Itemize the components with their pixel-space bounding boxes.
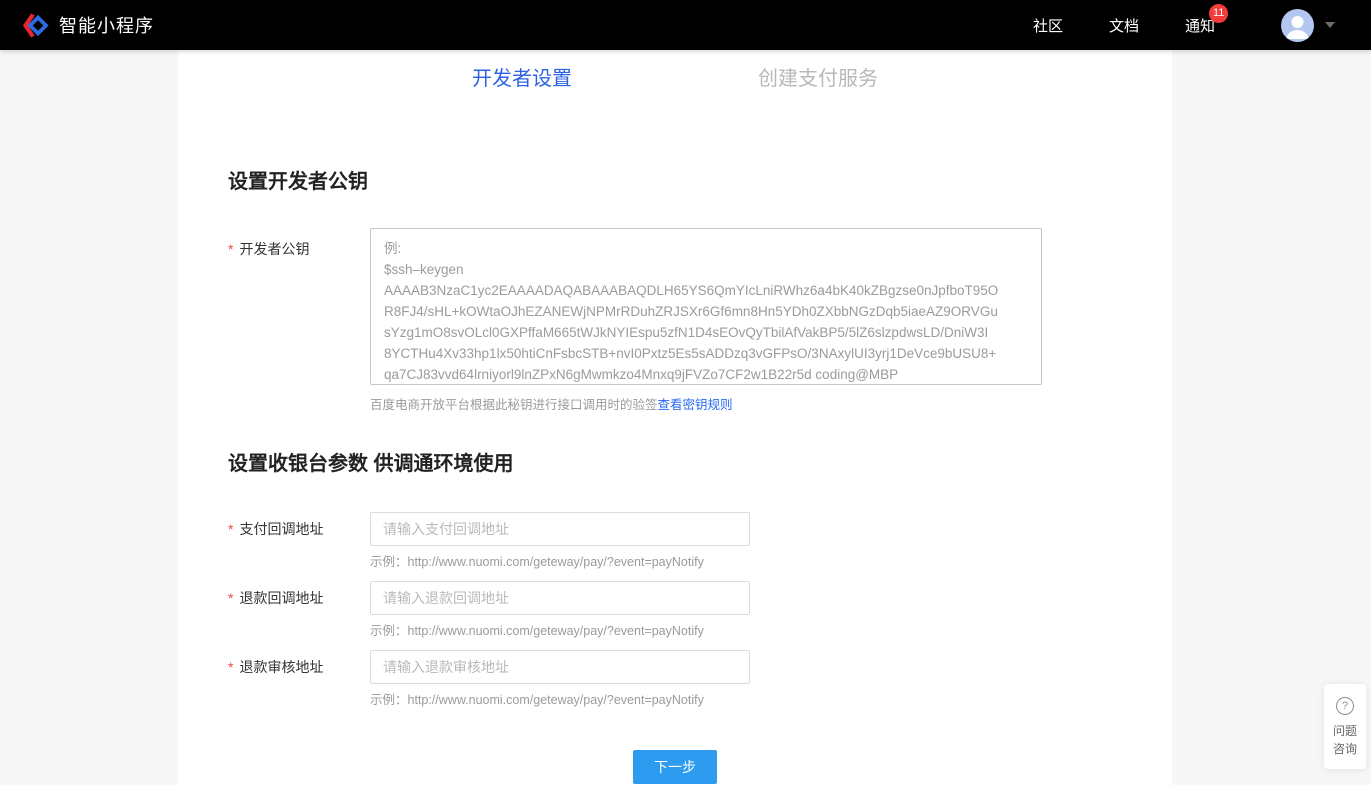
cashier-section-heading: 设置收银台参数 供调通环境使用 [178,450,1172,478]
refund-callback-hint: 示例：http://www.nuomi.com/geteway/pay/?eve… [370,623,750,640]
view-key-rules-link[interactable]: 查看密钥规则 [658,398,733,412]
refund-audit-input[interactable] [370,650,750,684]
brand-name: 智能小程序 [59,12,154,38]
refund-callback-row: * 退款回调地址 示例：http://www.nuomi.com/geteway/… [178,581,1172,640]
cashier-section: 设置收银台参数 供调通环境使用 * 支付回调地址 示例：http://www.nu… [178,450,1172,709]
refund-callback-control: 示例：http://www.nuomi.com/geteway/pay/?eve… [370,581,750,640]
refund-callback-input[interactable] [370,581,750,615]
pubkey-section: 设置开发者公钥 * 开发者公钥 百度电商开放平台根据此秘钥进行接口调用时的验签查看… [178,168,1172,413]
required-asterisk: * [228,659,233,675]
notification-badge: 11 [1209,4,1228,23]
refund-audit-label-text: 退款审核地址 [239,659,323,675]
page-root: { "navbar": { "brand": "智能小程序", "items":… [0,0,1371,785]
chevron-down-icon[interactable] [1325,22,1335,28]
required-asterisk: * [228,521,233,537]
pay-callback-row: * 支付回调地址 示例：http://www.nuomi.com/geteway/… [178,512,1172,571]
brand[interactable]: 智能小程序 [22,12,154,39]
required-asterisk: * [228,241,233,257]
navbar: 智能小程序 社区 文档 通知11 [0,0,1371,50]
refund-audit-row: * 退款审核地址 示例：http://www.nuomi.com/geteway/… [178,650,1172,709]
user-icon [1281,9,1314,42]
pubkey-label-text: 开发者公钥 [239,241,309,257]
pubkey-helper-text: 百度电商开放平台根据此秘钥进行接口调用时的验签 [370,398,658,412]
refund-audit-label: * 退款审核地址 [178,650,370,709]
form-actions: 下一步 [178,750,1172,785]
pay-callback-input[interactable] [370,512,750,546]
pay-callback-label-text: 支付回调地址 [239,521,323,537]
refund-audit-hint: 示例：http://www.nuomi.com/geteway/pay/?eve… [370,692,750,709]
nav-item-docs[interactable]: 文档 [1109,15,1139,36]
pubkey-field-label: * 开发者公钥 [178,228,370,385]
help-widget-line2: 咨询 [1324,740,1366,758]
tab-developer-settings[interactable]: 开发者设置 [472,65,572,93]
tab-create-payment-service[interactable]: 创建支付服务 [758,65,878,93]
refund-callback-label: * 退款回调地址 [178,581,370,640]
required-asterisk: * [228,590,233,606]
question-circle-icon: ? [1336,697,1354,715]
brand-logo-icon [22,12,49,39]
pay-callback-label: * 支付回调地址 [178,512,370,571]
pubkey-section-heading: 设置开发者公钥 [178,168,1172,196]
nav-item-community[interactable]: 社区 [1033,15,1063,36]
content-card: 开发者设置 创建支付服务 设置开发者公钥 * 开发者公钥 百度电商开放平台根据此秘… [178,50,1172,785]
next-step-button[interactable]: 下一步 [633,750,717,784]
help-consult-widget[interactable]: ? 问题 咨询 [1324,684,1366,769]
refund-callback-label-text: 退款回调地址 [239,590,323,606]
pay-callback-hint: 示例：http://www.nuomi.com/geteway/pay/?eve… [370,554,750,571]
pubkey-helper: 百度电商开放平台根据此秘钥进行接口调用时的验签查看密钥规则 [370,394,1172,413]
pubkey-form-row: * 开发者公钥 [178,228,1172,385]
developer-public-key-textarea[interactable] [370,228,1042,385]
navbar-links: 社区 文档 通知11 [1033,15,1215,36]
avatar[interactable] [1281,9,1314,42]
refund-audit-control: 示例：http://www.nuomi.com/geteway/pay/?eve… [370,650,750,709]
nav-item-notifications-label: 通知 [1185,18,1215,35]
nav-item-notifications[interactable]: 通知11 [1185,15,1215,36]
pay-callback-control: 示例：http://www.nuomi.com/geteway/pay/?eve… [370,512,750,571]
step-tabs: 开发者设置 创建支付服务 [178,50,1172,93]
help-widget-line1: 问题 [1324,722,1366,740]
